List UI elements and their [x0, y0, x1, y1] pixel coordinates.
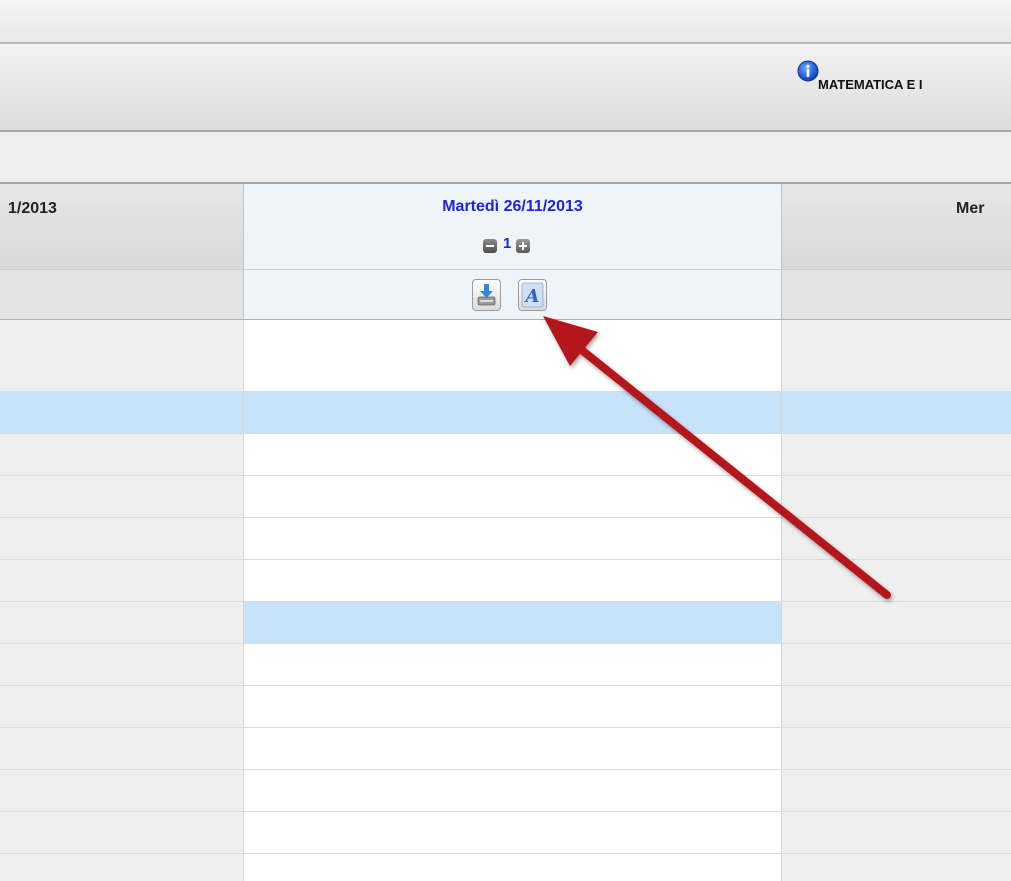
day-date-next[interactable]: Mer — [956, 200, 984, 218]
day-column-tools-next — [782, 270, 1011, 320]
increase-lessons-button[interactable] — [516, 239, 530, 253]
day-date-selected[interactable]: Martedì 26/11/2013 — [243, 198, 782, 216]
table-row — [0, 518, 1011, 560]
table-row — [0, 812, 1011, 854]
info-icon[interactable] — [797, 60, 819, 82]
lesson-cell[interactable] — [243, 770, 782, 811]
day-date-prev[interactable]: 1/2013 — [8, 200, 57, 218]
decrease-lessons-button[interactable] — [483, 239, 497, 253]
table-row — [0, 644, 1011, 686]
day-column-header-prev — [0, 184, 243, 270]
table-row — [0, 854, 1011, 881]
text-format-button[interactable]: A — [518, 279, 547, 311]
table-row — [0, 602, 1011, 644]
top-strip — [0, 0, 1011, 44]
day-column-header-selected — [243, 184, 782, 270]
lesson-cell[interactable] — [243, 644, 782, 685]
table-row — [0, 770, 1011, 812]
lesson-cell[interactable] — [243, 560, 782, 601]
day-column-tools-selected — [243, 270, 782, 320]
lesson-cell[interactable] — [243, 434, 782, 475]
lesson-count: 1 — [503, 235, 512, 252]
table-row — [0, 434, 1011, 476]
day-column-header-next — [782, 184, 1011, 270]
text-format-icon: A — [521, 282, 544, 308]
lesson-cell[interactable] — [243, 812, 782, 853]
day-column-tools-prev — [0, 270, 243, 320]
lesson-cell[interactable] — [243, 392, 782, 433]
lesson-cell[interactable] — [243, 854, 782, 881]
minus-icon — [486, 245, 494, 247]
subject-label: MATEMATICA E I — [818, 77, 923, 92]
table-row — [0, 320, 1011, 392]
table-row — [0, 728, 1011, 770]
table-row — [0, 560, 1011, 602]
lesson-cell[interactable] — [243, 602, 782, 643]
table-row — [0, 686, 1011, 728]
table-row — [0, 476, 1011, 518]
svg-text:A: A — [524, 286, 540, 307]
import-button[interactable] — [472, 279, 501, 311]
lesson-cell[interactable] — [243, 476, 782, 517]
import-download-icon — [477, 284, 496, 306]
lesson-cell[interactable] — [243, 728, 782, 769]
lesson-cell[interactable] — [243, 686, 782, 727]
lesson-cell[interactable] — [243, 320, 782, 391]
lesson-cell[interactable] — [243, 518, 782, 559]
table-row — [0, 392, 1011, 434]
filter-strip — [0, 132, 1011, 184]
